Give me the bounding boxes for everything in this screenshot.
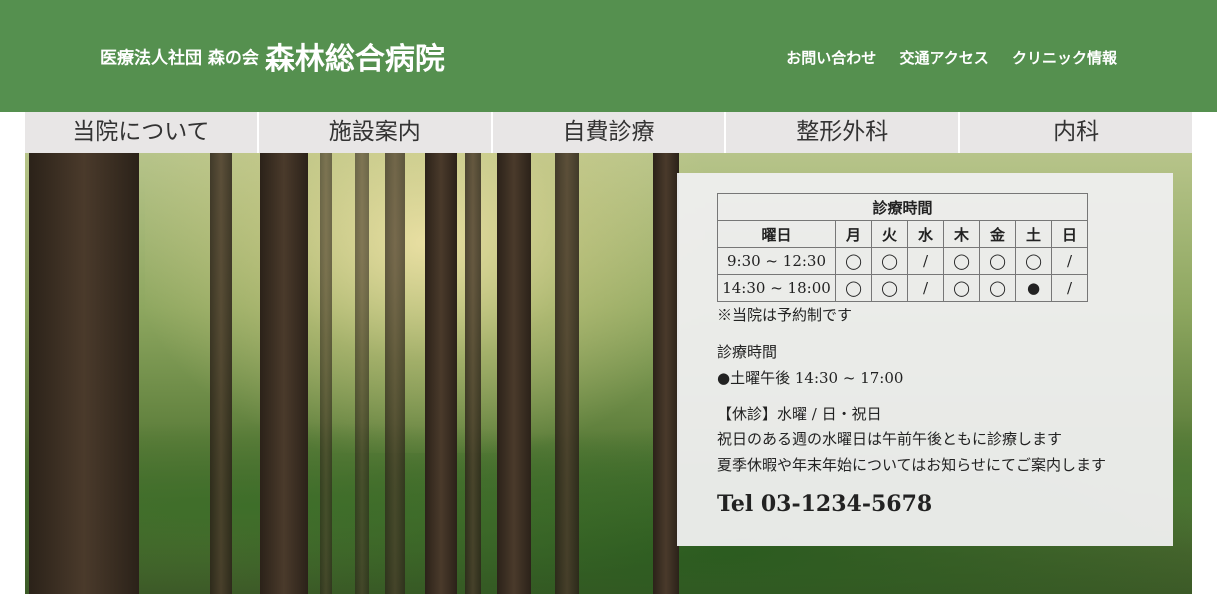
nav-item-self-pay[interactable]: 自費診療 bbox=[490, 112, 725, 153]
hospital-name: 森林総合病院 bbox=[264, 42, 445, 77]
site-logo[interactable]: 医療法人社団 森の会 森林総合病院 bbox=[100, 34, 445, 78]
hours-subtitle: 診療時間 bbox=[717, 343, 778, 361]
tree-trunk bbox=[555, 153, 579, 594]
top-links: お問い合わせ 交通アクセス クリニック情報 bbox=[768, 47, 1117, 68]
tree-trunk bbox=[355, 153, 369, 594]
tree-trunk bbox=[653, 153, 679, 594]
org-name: 医療法人社団 森の会 bbox=[100, 48, 259, 69]
day-sun: 日 bbox=[1051, 220, 1088, 248]
tree-trunk bbox=[465, 153, 481, 594]
tree-trunk bbox=[29, 153, 139, 594]
availability-cell: / bbox=[907, 274, 944, 302]
tree-trunk bbox=[497, 153, 531, 594]
tree-trunk bbox=[385, 153, 405, 594]
availability-cell: ◯ bbox=[943, 274, 980, 302]
hours-table-title: 診療時間 bbox=[717, 193, 1088, 221]
day-tue: 火 bbox=[871, 220, 908, 248]
availability-cell: ◯ bbox=[871, 274, 908, 302]
time-slot: 9:30 ~ 12:30 bbox=[717, 247, 836, 275]
availability-cell: / bbox=[1051, 247, 1088, 275]
tree-trunk bbox=[260, 153, 308, 594]
site-header: 医療法人社団 森の会 森林総合病院 お問い合わせ 交通アクセス クリニック情報 bbox=[0, 0, 1217, 112]
phone-number[interactable]: Tel 03-1234-5678 bbox=[717, 491, 932, 517]
clinic-info-link[interactable]: クリニック情報 bbox=[1012, 49, 1117, 67]
closed-days: 【休診】水曜 / 日・祝日 bbox=[717, 405, 882, 423]
availability-cell: ◯ bbox=[979, 274, 1016, 302]
tree-trunk bbox=[425, 153, 457, 594]
holiday-note: 祝日のある週の水曜日は午前午後ともに診療します bbox=[717, 430, 1063, 448]
tree-trunk bbox=[320, 153, 332, 594]
hours-table: 診療時間 曜日 月 火 水 木 金 土 日 9:30 ~ 12:30 ◯ ◯ /… bbox=[717, 193, 1088, 302]
consultation-hours-panel: 診療時間 曜日 月 火 水 木 金 土 日 9:30 ~ 12:30 ◯ ◯ /… bbox=[677, 173, 1173, 546]
access-link[interactable]: 交通アクセス bbox=[899, 49, 988, 67]
nav-item-about[interactable]: 当院について bbox=[25, 112, 257, 153]
nav-item-internal-medicine[interactable]: 内科 bbox=[958, 112, 1192, 153]
day-header: 曜日 bbox=[717, 220, 836, 248]
vacation-note: 夏季休暇や年末年始についてはお知らせにてご案内します bbox=[717, 456, 1106, 474]
availability-cell: / bbox=[1051, 274, 1088, 302]
availability-cell: ◯ bbox=[871, 247, 908, 275]
availability-cell: / bbox=[907, 247, 944, 275]
day-fri: 金 bbox=[979, 220, 1016, 248]
time-slot: 14:30 ~ 18:00 bbox=[717, 274, 836, 302]
availability-cell: ◯ bbox=[979, 247, 1016, 275]
reservation-note: ※当院は予約制です bbox=[717, 306, 853, 324]
day-sat: 土 bbox=[1015, 220, 1052, 248]
day-wed: 水 bbox=[907, 220, 944, 248]
day-thu: 木 bbox=[943, 220, 980, 248]
saturday-hours-note: ●土曜午後 14:30 ~ 17:00 bbox=[717, 369, 904, 387]
tree-trunk bbox=[210, 153, 232, 594]
availability-cell: ● bbox=[1015, 274, 1052, 302]
day-mon: 月 bbox=[835, 220, 872, 248]
contact-link[interactable]: お問い合わせ bbox=[786, 49, 876, 67]
availability-cell: ◯ bbox=[835, 274, 872, 302]
main-nav: 当院について 施設案内 自費診療 整形外科 内科 bbox=[25, 112, 1192, 153]
availability-cell: ◯ bbox=[1015, 247, 1052, 275]
availability-cell: ◯ bbox=[943, 247, 980, 275]
nav-item-facilities[interactable]: 施設案内 bbox=[256, 112, 491, 153]
table-row: 14:30 ~ 18:00 ◯ ◯ / ◯ ◯ ● / bbox=[717, 274, 1088, 302]
availability-cell: ◯ bbox=[835, 247, 872, 275]
nav-item-orthopedics[interactable]: 整形外科 bbox=[724, 112, 958, 153]
table-row: 9:30 ~ 12:30 ◯ ◯ / ◯ ◯ ◯ / bbox=[717, 247, 1088, 275]
